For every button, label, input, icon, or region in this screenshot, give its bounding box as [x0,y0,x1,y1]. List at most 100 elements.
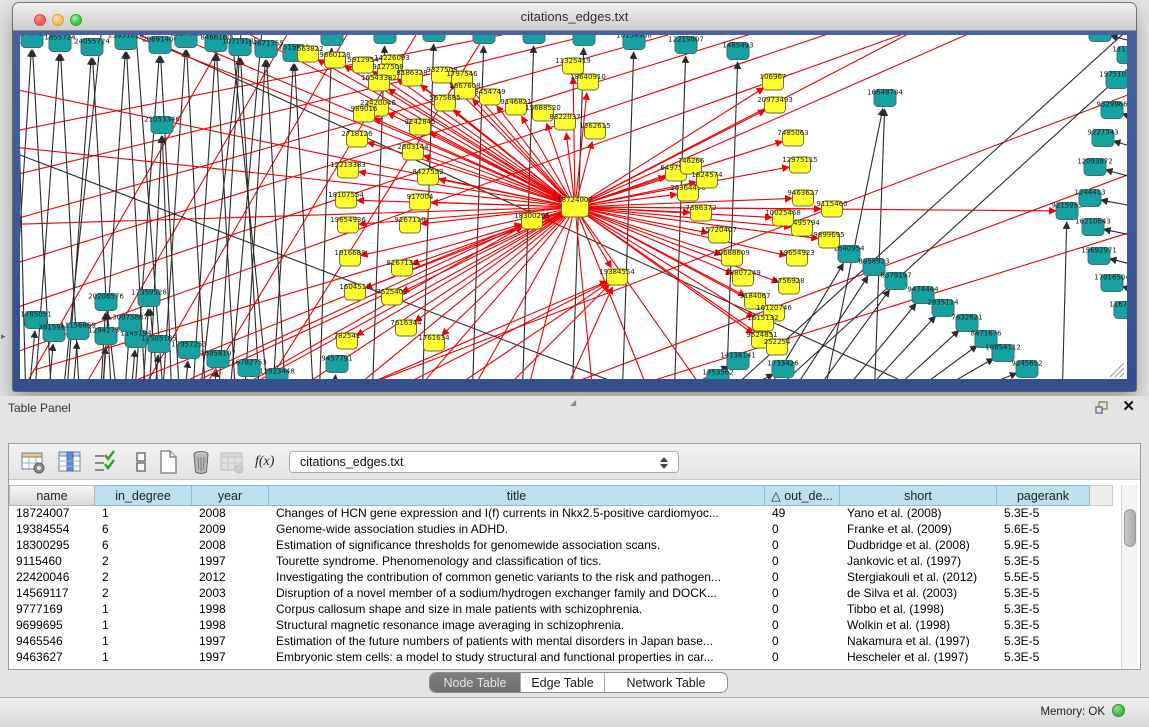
cell[interactable]: 6 [95,522,192,538]
close-panel-icon[interactable]: ✕ [1122,399,1135,415]
cell[interactable]: Franke et al. (2009) [840,522,997,538]
cell[interactable]: 5.3E-5 [997,554,1090,570]
cell[interactable]: 1 [95,506,192,522]
scrollbar-thumb[interactable] [1124,509,1136,547]
cell[interactable]: 5.5E-5 [997,570,1090,586]
graph-node-teal[interactable] [423,35,445,42]
column-header-title[interactable]: title [269,485,765,506]
citation-edge-red[interactable] [274,207,575,379]
table-row[interactable]: 911546021997Tourette syndrome. Phenomeno… [9,554,1121,570]
citation-edge-black[interactable] [20,35,26,379]
citation-edge-black[interactable] [1101,200,1127,210]
float-panel-icon[interactable] [1095,401,1109,414]
cell[interactable]: Structural magnetic resonance image aver… [269,618,765,634]
cell[interactable]: 1998 [192,602,269,618]
table-row[interactable]: 1938455462009Genome-wide association stu… [9,522,1121,538]
cell[interactable]: 5.3E-5 [997,506,1090,522]
column-header-short[interactable]: short [840,485,997,506]
graph-node-teal[interactable] [573,35,595,46]
table-row[interactable]: 946362711997Embryonic stem cells: a mode… [9,650,1121,666]
cell[interactable]: Corpus callosum shape and size in male p… [269,602,765,618]
citation-edge-black[interactable] [874,109,885,379]
cell[interactable]: 0 [765,586,840,602]
citation-edge-red[interactable] [575,207,654,379]
cell[interactable]: 6 [95,538,192,554]
cell[interactable]: Hescheler et al. (1997) [840,650,997,666]
cell[interactable]: 5.3E-5 [997,586,1090,602]
cell[interactable]: 1998 [192,618,269,634]
cell[interactable]: Changes of HCN gene expression and I(f) … [269,506,765,522]
graph-node-teal[interactable] [1089,35,1111,42]
cell[interactable]: 2003 [192,586,269,602]
citation-edge-black[interactable] [726,62,738,379]
cell[interactable]: 0 [765,634,840,650]
cell[interactable]: 2012 [192,570,269,586]
cell[interactable]: 2 [95,554,192,570]
cell[interactable]: Disruption of a novel member of a sodium… [269,586,765,602]
citation-edge-black[interactable] [74,35,944,379]
cell[interactable]: 2009 [192,522,269,538]
cell[interactable]: Dudbridge et al. (2008) [840,538,997,554]
citation-edge-black[interactable] [229,35,264,379]
resize-grip-icon[interactable] [1110,363,1124,377]
cell[interactable]: Genome-wide association studies in ADHD. [269,522,765,538]
cell[interactable]: 0 [765,554,840,570]
cell[interactable]: 0 [765,650,840,666]
column-header-out_de[interactable]: △ out_de... [765,485,840,506]
cell[interactable]: 0 [765,602,840,618]
column-header-year[interactable]: year [192,485,269,506]
cell[interactable]: 2008 [192,506,269,522]
cell[interactable]: 1997 [192,554,269,570]
cell[interactable]: Tourette syndrome. Phenomenology and cla… [269,554,765,570]
cell[interactable]: 1997 [192,634,269,650]
cell[interactable]: 9699695 [9,618,95,634]
table-row[interactable]: 969969511998Structural magnetic resonanc… [9,618,1121,634]
cell[interactable]: 14569117 [9,586,95,602]
split-handle-icon[interactable]: ◢ [570,398,575,407]
cell[interactable]: 1 [95,618,192,634]
cell[interactable]: 9463627 [9,650,95,666]
column-header-in_degree[interactable]: in_degree [95,485,192,506]
cell[interactable]: 5.3E-5 [997,602,1090,618]
collapse-arrow-icon[interactable]: ▸ [1,331,6,342]
cell[interactable]: Estimation of the future numbers of pati… [269,634,765,650]
graph-node-teal[interactable] [523,35,545,44]
cell[interactable]: Embryonic stem cells: a model to study s… [269,650,765,666]
column-header-name[interactable]: name [9,485,95,506]
citation-edge-black[interactable] [187,50,206,379]
table-scrollbar[interactable] [1121,485,1138,669]
table-row[interactable]: 946554611997Estimation of the future num… [9,634,1121,650]
citation-edge-black[interactable] [853,316,936,379]
cell[interactable]: 1 [95,602,192,618]
table-column-icon[interactable] [57,449,83,475]
cell[interactable]: 22420046 [9,570,95,586]
cell[interactable]: Stergiakouli et al. (2012) [840,570,997,586]
table-row[interactable]: 2242004622012Investigating the contribut… [9,570,1121,586]
cell[interactable]: 1 [95,634,192,650]
cell[interactable]: 1 [95,650,192,666]
cell[interactable]: Estimation of significance thresholds fo… [269,538,765,554]
citation-edge-red[interactable] [429,283,608,379]
network-view[interactable]: 1940412185572424055724239318262069140615… [20,35,1127,379]
citation-edge-black[interactable] [877,330,959,379]
select-rows-icon[interactable] [92,449,118,475]
new-file-icon[interactable] [155,449,181,475]
cell[interactable]: Wolkin et al. (1998) [840,618,997,634]
cell[interactable]: 5.3E-5 [997,650,1090,666]
citation-edge-black[interactable] [130,350,135,379]
graph-node-teal[interactable] [473,35,495,44]
window-titlebar[interactable]: citations_edges.txt [13,3,1136,31]
citation-edge-red[interactable] [559,287,612,379]
citation-edge-black[interactable] [1110,259,1127,270]
table-row[interactable]: 1872400712008Changes of HCN gene express… [9,506,1121,522]
tab-node-table[interactable]: Node Table [430,673,521,692]
cell[interactable]: 9115460 [9,554,95,570]
cell[interactable]: 1997 [192,650,269,666]
cell[interactable]: 5.3E-5 [997,634,1090,650]
cell[interactable]: 2 [95,570,192,586]
citation-edge-black[interactable] [184,361,188,379]
cell[interactable]: de Silva et al. (2003) [840,586,997,602]
citation-edge-black[interactable] [28,331,35,379]
table-row[interactable]: 977716911998Corpus callosum shape and si… [9,602,1121,618]
cell[interactable]: 18724007 [9,506,95,522]
